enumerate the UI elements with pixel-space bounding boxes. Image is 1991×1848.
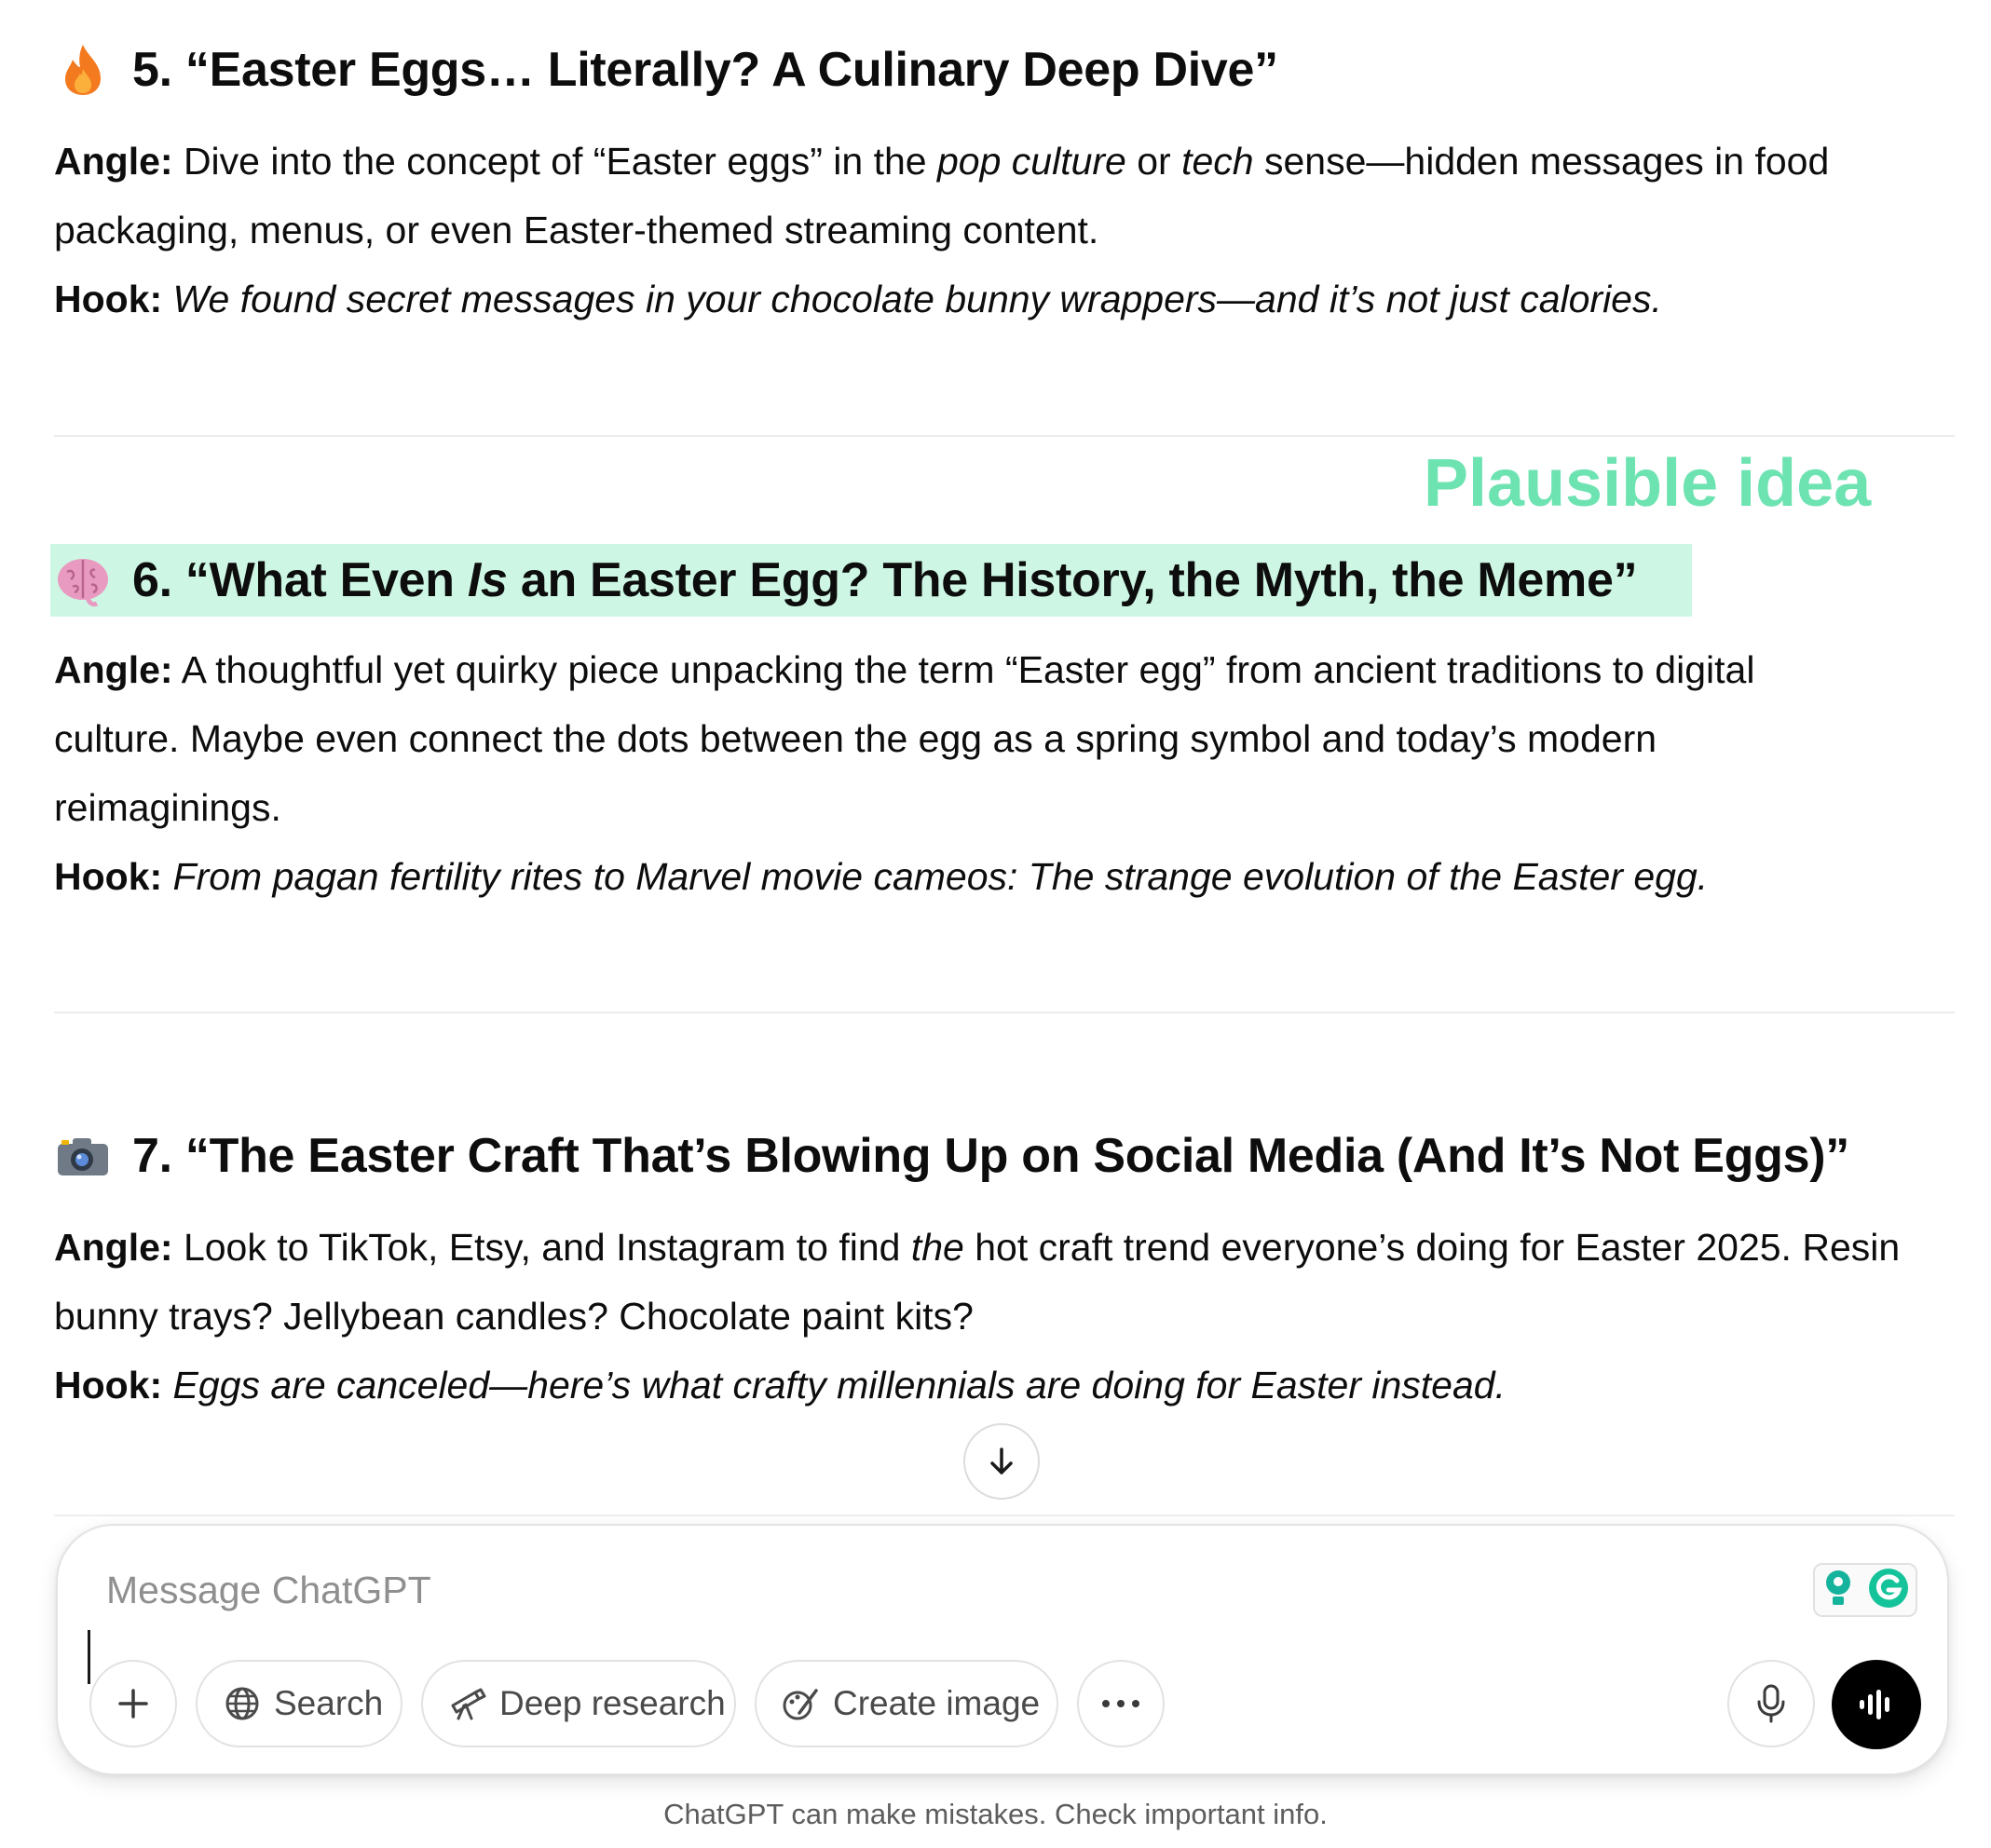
voice-mode-button[interactable]: [1832, 1660, 1921, 1749]
more-horizontal-icon: [1102, 1700, 1139, 1707]
search-button[interactable]: Search: [196, 1660, 402, 1747]
angle-text: the: [910, 1226, 964, 1269]
globe-icon: [224, 1685, 261, 1722]
angle-text: reimaginings.: [54, 786, 281, 829]
hook-text: From pagan fertility rites to Marvel mov…: [162, 855, 1709, 898]
microphone-icon: [1757, 1684, 1785, 1723]
idea-6-angle-line-2: culture. Maybe even connect the dots bet…: [54, 704, 1657, 773]
title-text: 6. “What Even: [132, 553, 468, 607]
idea-6-hook: Hook: From pagan fertility rites to Marv…: [54, 842, 1708, 911]
idea-6-angle-line-1: Angle: A thoughtful yet quirky piece unp…: [54, 635, 1754, 704]
telescope-icon: [447, 1685, 486, 1722]
idea-7-angle-line-1: Angle: Look to TikTok, Etsy, and Instagr…: [54, 1213, 1900, 1282]
camera-icon: [54, 1127, 112, 1185]
angle-label: Angle:: [54, 140, 173, 183]
angle-text: A thoughtful yet quirky piece unpacking …: [172, 648, 1755, 691]
create-image-button-label: Create image: [833, 1684, 1041, 1722]
lightbulb-icon[interactable]: [1821, 1568, 1855, 1613]
hook-label: Hook:: [54, 1364, 163, 1406]
scroll-to-bottom-button[interactable]: [963, 1423, 1040, 1500]
angle-text: culture. Maybe even connect the dots bet…: [54, 717, 1657, 760]
idea-7-hook: Hook: Eggs are canceled—here’s what craf…: [54, 1351, 1506, 1420]
dictate-button[interactable]: [1727, 1660, 1815, 1747]
message-input[interactable]: Message ChatGPT: [106, 1569, 431, 1612]
idea-5-angle-line-2: packaging, menus, or even Easter-themed …: [54, 196, 1098, 265]
idea-7-title: 7. “The Easter Craft That’s Blowing Up o…: [132, 1129, 1849, 1183]
section-divider: [54, 1012, 1955, 1013]
angle-label: Angle:: [54, 648, 173, 691]
plausible-idea-annotation: Plausible idea: [1424, 446, 1872, 521]
composer-separator: [54, 1515, 1955, 1516]
plus-icon: [118, 1689, 148, 1719]
hook-label: Hook:: [54, 278, 163, 320]
angle-text: packaging, menus, or even Easter-themed …: [54, 209, 1099, 251]
hook-text: We found secret messages in your chocola…: [162, 278, 1662, 320]
message-composer: Message ChatGPT Search Deep research Cre…: [56, 1524, 1949, 1775]
idea-5-heading: 5. “Easter Eggs… Literally? A Culinary D…: [54, 34, 1278, 106]
title-text: Is: [467, 553, 508, 607]
extension-icons: [1813, 1563, 1917, 1617]
hook-text: Eggs are canceled—here’s what crafty mil…: [162, 1364, 1506, 1406]
search-button-label: Search: [274, 1684, 384, 1722]
idea-7-heading: 7. “The Easter Craft That’s Blowing Up o…: [54, 1120, 1849, 1192]
angle-text: Dive into the concept of “Easter eggs” i…: [172, 140, 937, 183]
idea-7-angle-line-2: bunny trays? Jellybean candles? Chocolat…: [54, 1282, 974, 1351]
deep-research-button-label: Deep research: [499, 1684, 726, 1722]
add-attachment-button[interactable]: [89, 1660, 177, 1747]
section-divider: [54, 435, 1955, 437]
angle-label: Angle:: [54, 1226, 173, 1269]
idea-5-title: 5. “Easter Eggs… Literally? A Culinary D…: [132, 43, 1278, 97]
deep-research-button[interactable]: Deep research: [421, 1660, 736, 1747]
brain-icon: [54, 551, 112, 609]
angle-text: pop culture: [937, 140, 1126, 183]
hook-label: Hook:: [54, 855, 163, 898]
disclaimer-text: ChatGPT can make mistakes. Check importa…: [663, 1798, 1328, 1830]
idea-6-heading: 6. “What Even Is an Easter Egg? The Hist…: [50, 544, 1692, 617]
idea-6-title: 6. “What Even Is an Easter Egg? The Hist…: [132, 552, 1638, 608]
angle-text: bunny trays? Jellybean candles? Chocolat…: [54, 1295, 974, 1338]
image-brush-icon: [781, 1685, 820, 1722]
angle-text: tech: [1181, 140, 1254, 183]
angle-text: sense—hidden messages in food: [1253, 140, 1830, 183]
idea-6-angle-line-3: reimaginings.: [54, 773, 281, 842]
idea-5-angle-line-1: Angle: Dive into the concept of “Easter …: [54, 127, 1829, 196]
angle-text: hot craft trend everyone’s doing for Eas…: [963, 1226, 1901, 1269]
title-text: an Easter Egg? The History, the Myth, th…: [507, 553, 1638, 607]
text-caret: [88, 1630, 90, 1684]
more-tools-button[interactable]: [1077, 1660, 1165, 1747]
grammarly-icon[interactable]: [1867, 1567, 1910, 1614]
angle-text: Look to TikTok, Etsy, and Instagram to f…: [172, 1226, 911, 1269]
audio-waveform-icon: [1860, 1690, 1889, 1719]
arrow-down-icon: [990, 1447, 1013, 1474]
fire-icon: [54, 41, 112, 99]
angle-text: or: [1125, 140, 1182, 183]
create-image-button[interactable]: Create image: [755, 1660, 1058, 1747]
idea-5-hook: Hook: We found secret messages in your c…: [54, 265, 1662, 333]
